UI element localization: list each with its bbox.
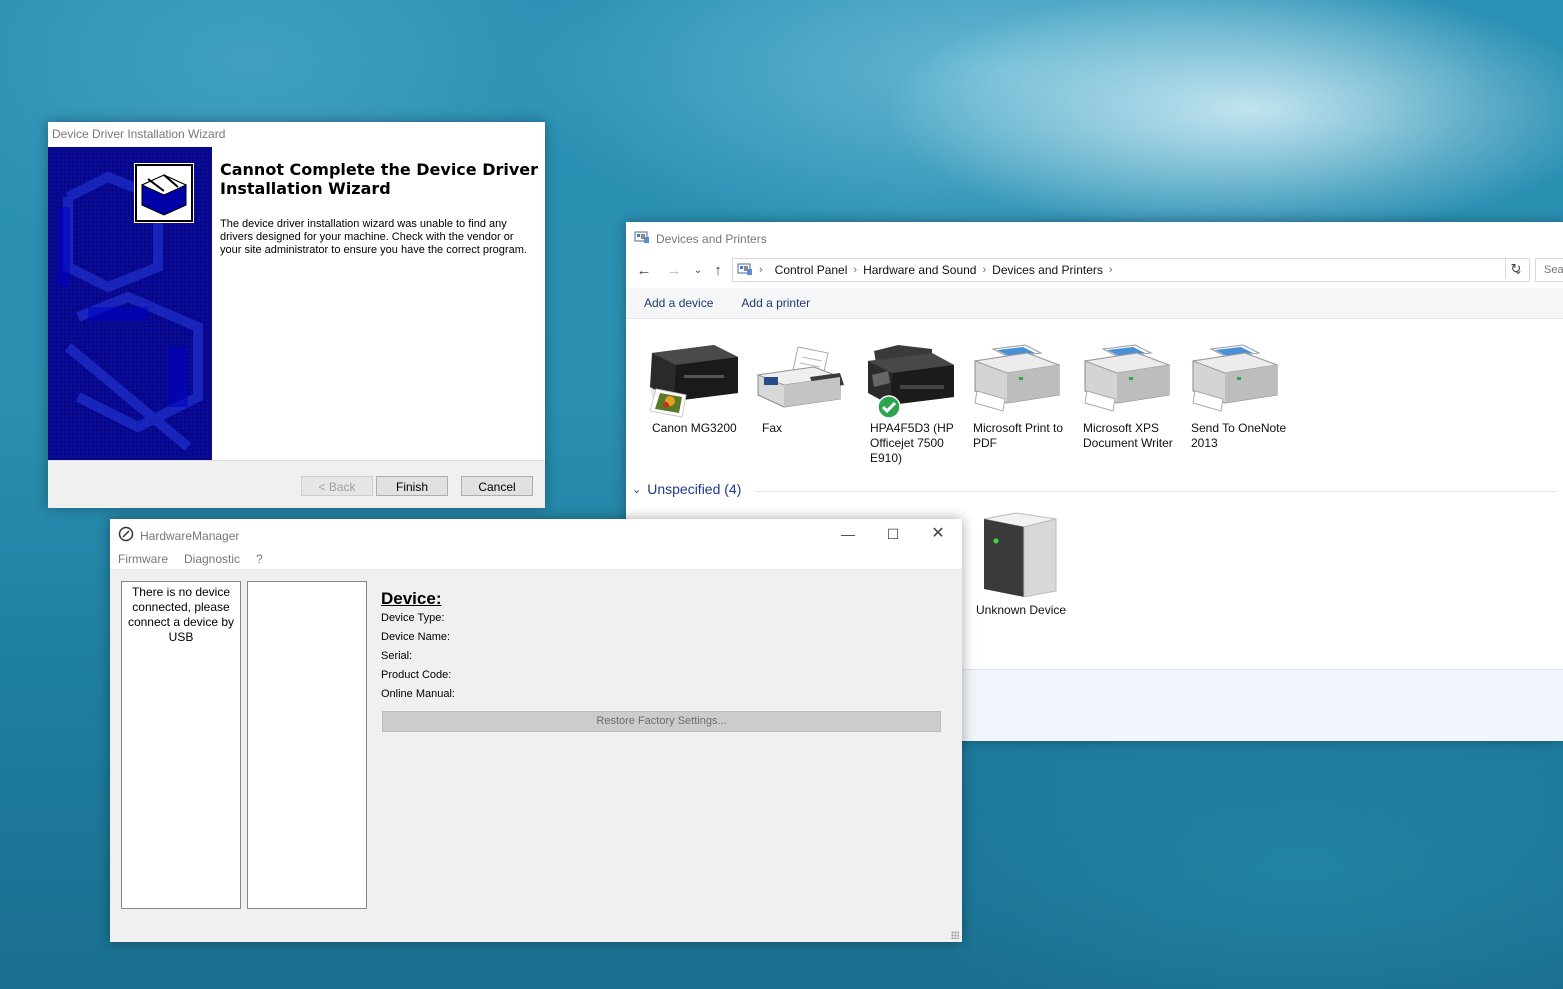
- add-device-button[interactable]: Add a device: [644, 296, 713, 310]
- hardware-manager-window: HardwareManager — ☐ ✕ Firmware Diagnosti…: [110, 519, 962, 942]
- navigation-bar: ← → ⌄ ↑ › Control Panel › Hardware and S…: [626, 256, 1563, 288]
- control-panel-icon: [634, 230, 650, 247]
- unknown-device-icon: [972, 511, 1068, 598]
- wizard-title: Device Driver Installation Wizard: [52, 127, 226, 141]
- close-icon[interactable]: ✕: [916, 523, 960, 545]
- online-manual-label: Online Manual:: [381, 688, 455, 700]
- no-device-message: There is no device connected, please con…: [127, 585, 235, 644]
- device-label: Send To OneNote 2013: [1191, 421, 1287, 450]
- device-label: Microsoft XPS Document Writer: [1083, 421, 1173, 450]
- printer-icon: [965, 335, 1061, 412]
- product-code-label: Product Code:: [381, 669, 452, 681]
- menu-help[interactable]: ?: [256, 552, 263, 566]
- breadcrumb-separator-icon[interactable]: ›: [753, 264, 769, 276]
- device-heading: Device:: [381, 589, 442, 608]
- device-item-hp-officejet[interactable]: HPA4F5D3 (HP Officejet 7500 E910): [862, 335, 968, 466]
- default-printer-check-icon: [877, 395, 901, 423]
- command-bar: Add a device Add a printer: [626, 288, 1563, 319]
- device-item-fax[interactable]: Fax: [754, 335, 860, 436]
- hardware-emblem-icon: [134, 163, 194, 223]
- dp-title: Devices and Printers: [656, 231, 767, 246]
- device-label: Unknown Device: [976, 603, 1067, 617]
- cancel-button[interactable]: Cancel: [461, 476, 533, 496]
- hm-menu-bar: Firmware Diagnostic ?: [110, 549, 962, 570]
- device-item-send-to-onenote[interactable]: Send To OneNote 2013: [1183, 335, 1289, 451]
- collapse-chevron-icon[interactable]: ⌄: [632, 483, 641, 496]
- location-icon: [733, 262, 753, 279]
- hm-title: HardwareManager: [140, 528, 240, 543]
- hm-titlebar: HardwareManager — ☐ ✕: [110, 519, 962, 549]
- device-label: HPA4F5D3 (HP Officejet 7500 E910): [870, 421, 954, 465]
- back-arrow-icon[interactable]: ←: [634, 261, 654, 281]
- menu-diagnostic[interactable]: Diagnostic: [184, 552, 240, 566]
- device-name-label: Device Name:: [381, 631, 451, 643]
- minimize-icon[interactable]: —: [826, 523, 870, 545]
- maximize-icon[interactable]: ☐: [871, 523, 915, 545]
- dp-titlebar: Devices and Printers: [634, 230, 767, 247]
- search-input[interactable]: Sea: [1535, 258, 1563, 282]
- breadcrumb-devices-and-printers[interactable]: Devices and Printers: [986, 263, 1109, 277]
- device-item-unknown-device[interactable]: Unknown Device: [972, 511, 1072, 618]
- wizard-footer: < Back Finish Cancel: [48, 460, 545, 508]
- device-item-print-to-pdf[interactable]: Microsoft Print to PDF: [965, 335, 1071, 451]
- device-item-canon-mg3200[interactable]: Canon MG3200: [644, 335, 750, 436]
- resize-grip-icon[interactable]: [951, 931, 959, 939]
- device-label: Microsoft Print to PDF: [973, 421, 1064, 450]
- unspecified-group-label: Unspecified (4): [647, 481, 742, 497]
- wizard-message: The device driver installation wizard wa…: [220, 218, 527, 256]
- wizard-heading: Cannot Complete the Device Driver Instal…: [220, 160, 539, 198]
- device-item-xps-writer[interactable]: Microsoft XPS Document Writer: [1075, 335, 1181, 451]
- up-arrow-icon[interactable]: ↑: [708, 261, 728, 281]
- device-type-label: Device Type:: [381, 612, 445, 624]
- address-bar[interactable]: › Control Panel › Hardware and Sound › D…: [732, 258, 1530, 282]
- device-list[interactable]: There is no device connected, please con…: [121, 581, 241, 909]
- printer-icon: [1075, 335, 1171, 412]
- group-divider: [756, 491, 1556, 492]
- breadcrumb-control-panel[interactable]: Control Panel: [769, 263, 854, 277]
- menu-firmware[interactable]: Firmware: [118, 552, 168, 566]
- wizard-side-banner: [48, 147, 212, 460]
- device-detail-list[interactable]: [247, 581, 367, 909]
- device-label: Canon MG3200: [652, 421, 737, 435]
- back-button[interactable]: < Back: [301, 476, 373, 496]
- fax-icon: [754, 335, 850, 411]
- add-printer-button[interactable]: Add a printer: [741, 296, 810, 310]
- wizard-content: Cannot Complete the Device Driver Instal…: [220, 160, 540, 257]
- restore-factory-settings-button[interactable]: Restore Factory Settings...: [382, 711, 941, 732]
- printer-icon: [1183, 335, 1279, 412]
- unspecified-group-header[interactable]: ⌄ Unspecified (4): [632, 481, 741, 497]
- breadcrumb-hardware-and-sound[interactable]: Hardware and Sound: [857, 263, 982, 277]
- inkjet-printer-icon: [644, 335, 740, 418]
- serial-label: Serial:: [381, 650, 413, 662]
- recent-locations-chevron-icon[interactable]: ⌄: [688, 261, 708, 281]
- finish-button[interactable]: Finish: [376, 476, 448, 496]
- hardware-manager-logo-icon: [118, 526, 134, 545]
- device-label: Fax: [762, 421, 783, 435]
- breadcrumb-separator-icon[interactable]: ›: [1109, 264, 1113, 276]
- device-info-panel: Device: Device Type: Device Name: Serial…: [381, 589, 455, 704]
- driver-wizard-window: Device Driver Installation Wizard Cannot…: [48, 122, 545, 508]
- refresh-icon[interactable]: ↻: [1505, 259, 1526, 279]
- forward-arrow-icon[interactable]: →: [664, 261, 684, 281]
